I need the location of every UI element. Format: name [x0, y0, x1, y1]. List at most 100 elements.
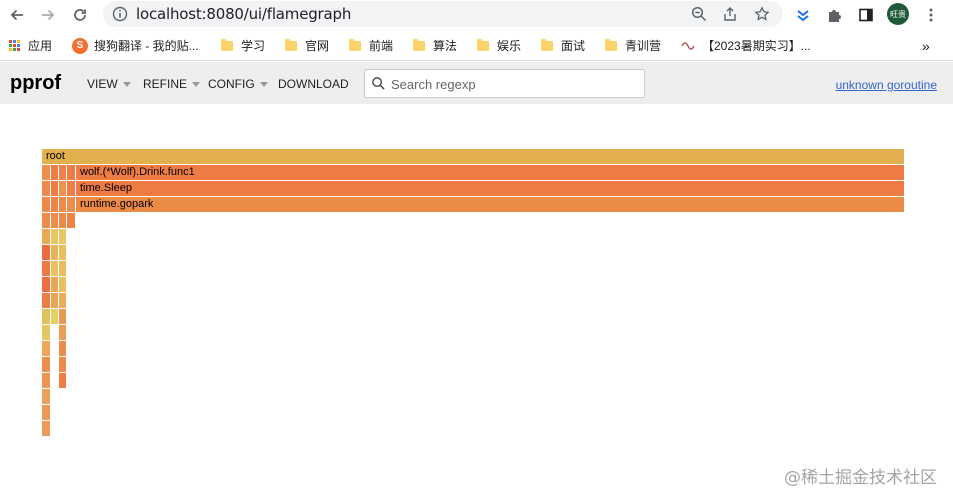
flame-frame-small[interactable]: [42, 405, 50, 420]
flame-frame-small[interactable]: [51, 293, 58, 308]
apps-grid-icon: [9, 40, 20, 51]
search-input[interactable]: [391, 75, 636, 93]
flame-frame-small[interactable]: [59, 373, 66, 388]
flame-frame-small[interactable]: [59, 357, 66, 372]
bookmark-label: 官网: [305, 39, 330, 53]
bookmark-apps[interactable]: 应用: [9, 36, 52, 55]
folder-icon: [541, 38, 553, 51]
address-bar[interactable]: localhost:8080/ui/flamegraph: [103, 1, 783, 27]
browser-menu-icon[interactable]: [920, 4, 942, 26]
forward-button[interactable]: [37, 4, 59, 26]
zoom-icon[interactable]: [690, 5, 708, 23]
bookmark-folder-qingxunying[interactable]: 青训营: [605, 36, 661, 55]
goroutine-link[interactable]: unknown goroutine: [836, 78, 937, 92]
menu-label: REFINE: [143, 77, 188, 91]
site-info-icon[interactable]: [111, 5, 129, 23]
flame-frame-small[interactable]: [59, 213, 66, 228]
bookmark-folder-frontend[interactable]: 前端: [349, 36, 393, 55]
caret-down-icon: [192, 81, 201, 87]
menu-label: CONFIG: [208, 77, 255, 91]
flame-frame-small[interactable]: [42, 309, 50, 324]
flame-frame-small[interactable]: [42, 357, 50, 372]
flame-frame-small[interactable]: [42, 389, 50, 404]
flame-frame-root[interactable]: root: [42, 149, 904, 164]
flame-frame-small[interactable]: [42, 229, 50, 244]
menu-config[interactable]: CONFIG: [208, 77, 268, 91]
extensions-puzzle-icon[interactable]: [823, 4, 845, 26]
flame-frame-small[interactable]: [51, 309, 58, 324]
flame-frame-small[interactable]: [59, 245, 66, 260]
flame-frame-small[interactable]: [51, 165, 58, 180]
flame-frame-small[interactable]: [59, 341, 66, 356]
share-icon[interactable]: [721, 5, 739, 23]
flame-frame-sleep[interactable]: time.Sleep: [76, 181, 904, 196]
caret-down-icon: [259, 81, 268, 87]
flame-frame-small[interactable]: [67, 213, 75, 228]
flame-frame-small[interactable]: [42, 325, 50, 340]
flame-frame-small[interactable]: [51, 181, 58, 196]
flame-frame-small[interactable]: [59, 197, 66, 212]
bookmark-folder-official[interactable]: 官网: [285, 36, 329, 55]
bookmark-folder-entertainment[interactable]: 娱乐: [477, 36, 521, 55]
flame-frame-gopark[interactable]: runtime.gopark: [76, 197, 904, 212]
bookmark-label: 应用: [28, 39, 53, 53]
back-button[interactable]: [6, 4, 28, 26]
flame-frame-small[interactable]: [42, 421, 50, 436]
bookmark-label: 青训营: [625, 39, 662, 53]
pprof-logo: pprof: [10, 72, 62, 94]
bookmark-star-icon[interactable]: [753, 5, 771, 23]
bookmark-sogou[interactable]: S 搜狗翻译 - 我的贴...: [72, 36, 199, 55]
flame-frame-small[interactable]: [59, 277, 66, 292]
flame-frame-small[interactable]: [67, 165, 75, 180]
menu-refine[interactable]: REFINE: [143, 77, 201, 91]
folder-icon: [285, 38, 297, 51]
bookmarks-overflow-button[interactable]: »: [922, 36, 930, 55]
flame-frame-small[interactable]: [51, 229, 58, 244]
menu-view[interactable]: VIEW: [87, 77, 131, 91]
side-panel-icon[interactable]: [855, 4, 877, 26]
bookmark-folder-study[interactable]: 学习: [221, 36, 265, 55]
menu-label: VIEW: [87, 77, 118, 91]
flame-frame-small[interactable]: [59, 165, 66, 180]
flame-frame-small[interactable]: [42, 293, 50, 308]
flame-frame-drink[interactable]: wolf.(*Wolf).Drink.func1: [76, 165, 904, 180]
menu-download[interactable]: DOWNLOAD: [278, 77, 349, 91]
reload-button[interactable]: [69, 4, 91, 26]
flame-frame-small[interactable]: [51, 277, 58, 292]
bookmark-label: 【2023暑期实习】...: [702, 39, 811, 53]
flame-frame-small[interactable]: [59, 293, 66, 308]
folder-icon: [605, 38, 617, 51]
flame-frame-small[interactable]: [42, 341, 50, 356]
flame-frame-small[interactable]: [42, 197, 50, 212]
watermark: @稀土掘金技术社区: [784, 468, 937, 488]
flame-frame-small[interactable]: [42, 277, 50, 292]
folder-icon: [477, 38, 489, 51]
bookmark-folder-algorithm[interactable]: 算法: [413, 36, 457, 55]
flame-frame-small[interactable]: [42, 165, 50, 180]
flame-frame-small[interactable]: [59, 181, 66, 196]
flame-graph: root wolf.(*Wolf).Drink.func1 time.Sleep…: [0, 104, 953, 500]
bookmark-internship[interactable]: 【2023暑期实习】...: [680, 36, 811, 55]
folder-icon: [413, 38, 425, 51]
flame-frame-small[interactable]: [51, 261, 58, 276]
bookmark-folder-interview[interactable]: 面试: [541, 36, 585, 55]
flame-frame-small[interactable]: [42, 373, 50, 388]
flame-frame-small[interactable]: [42, 181, 50, 196]
flame-frame-small[interactable]: [59, 261, 66, 276]
flame-frame-small[interactable]: [42, 245, 50, 260]
flame-frame-small[interactable]: [42, 213, 50, 228]
extension-blue-icon[interactable]: [792, 4, 814, 26]
flame-frame-small[interactable]: [67, 197, 75, 212]
profile-avatar[interactable]: 旺贵: [887, 3, 909, 25]
flame-frame-small[interactable]: [67, 181, 75, 196]
flame-frame-small[interactable]: [51, 213, 58, 228]
flame-frame-small[interactable]: [42, 261, 50, 276]
flame-frame-small[interactable]: [51, 197, 58, 212]
bookmark-label: 学习: [241, 39, 266, 53]
bookmark-label: 前端: [369, 39, 394, 53]
flame-frame-small[interactable]: [59, 229, 66, 244]
flame-frame-small[interactable]: [59, 325, 66, 340]
flame-frame-small[interactable]: [59, 309, 66, 324]
flame-frame-small[interactable]: [51, 245, 58, 260]
bookmark-label: 算法: [433, 39, 458, 53]
